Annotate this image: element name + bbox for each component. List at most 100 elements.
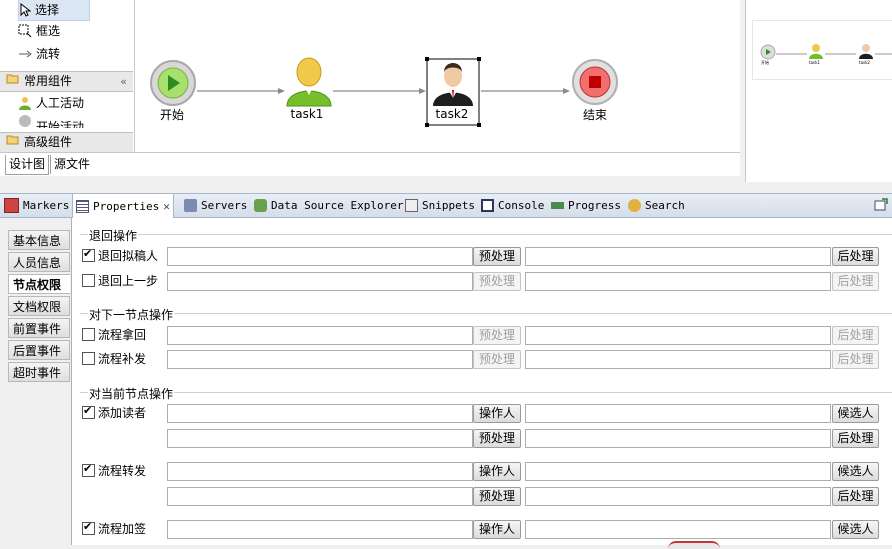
tab-progress[interactable]: Progress xyxy=(548,194,624,217)
property-sections: 基本信息 人员信息 节点权限 文档权限 前置事件 后置事件 超时事件 xyxy=(4,218,71,545)
post-process-button[interactable]: 后处理 xyxy=(832,326,879,345)
operator-button[interactable]: 操作人 xyxy=(473,404,521,423)
operator-input[interactable] xyxy=(167,404,473,423)
option-forward-flow[interactable]: 流程转发 xyxy=(82,462,146,479)
operator-input[interactable] xyxy=(167,462,473,481)
option-return-previous[interactable]: 退回上一步 xyxy=(82,272,158,289)
operator-button[interactable]: 操作人 xyxy=(473,462,521,481)
tab-snippets[interactable]: Snippets xyxy=(402,194,478,217)
pre-handler-input[interactable] xyxy=(167,247,473,266)
outline-label: 开始 xyxy=(761,60,769,65)
checkbox[interactable] xyxy=(82,247,95,262)
candidate-input[interactable] xyxy=(525,404,831,423)
post-handler-input[interactable] xyxy=(525,487,831,506)
palette-item-manual-activity[interactable]: 人工活动 xyxy=(18,93,84,113)
pre-handler-input[interactable] xyxy=(167,272,473,291)
candidate-input[interactable] xyxy=(525,462,831,481)
candidate-button[interactable]: 候选人 xyxy=(832,520,879,539)
post-handler-input[interactable] xyxy=(525,326,831,345)
candidate-input[interactable] xyxy=(525,520,831,539)
palette-item-start-activity[interactable]: 开始活动 xyxy=(18,114,84,128)
start-circle-icon xyxy=(19,115,31,127)
option-label: 添加读者 xyxy=(98,406,147,420)
checkbox[interactable] xyxy=(82,462,95,477)
end-node-icon[interactable] xyxy=(572,59,618,105)
side-tab-basic-info[interactable]: 基本信息 xyxy=(8,230,70,250)
pre-handler-input[interactable] xyxy=(167,487,473,506)
pre-process-button[interactable]: 预处理 xyxy=(473,247,521,266)
checkbox[interactable] xyxy=(82,328,95,341)
post-process-button[interactable]: 后处理 xyxy=(832,272,879,291)
palette-item-label: 开始活动 xyxy=(36,120,85,128)
tab-properties[interactable]: Properties ✕ xyxy=(72,194,174,218)
post-process-button[interactable]: 后处理 xyxy=(832,247,879,266)
side-tab-pre-event[interactable]: 前置事件 xyxy=(8,318,70,338)
tab-data-source-explorer[interactable]: Data Source Explorer xyxy=(251,194,406,217)
side-tab-node-permission[interactable]: 节点权限 xyxy=(8,274,70,294)
operator-input[interactable] xyxy=(167,520,473,539)
start-node-icon[interactable] xyxy=(150,60,196,106)
checkbox[interactable] xyxy=(82,352,95,365)
option-add-reader[interactable]: 添加读者 xyxy=(82,404,146,421)
checkbox[interactable] xyxy=(82,520,95,535)
option-countersign-flow[interactable]: 流程加签 xyxy=(82,520,146,537)
pre-process-button[interactable]: 预处理 xyxy=(473,272,521,291)
palette-group-advanced[interactable]: 高级组件 xyxy=(0,132,133,153)
palette-item-label: 人工活动 xyxy=(36,96,85,110)
side-tab-document-permission[interactable]: 文档权限 xyxy=(8,296,70,316)
pre-handler-input[interactable] xyxy=(167,429,473,448)
overlay-widget[interactable] xyxy=(668,541,720,549)
outline-thumbnail[interactable]: 开始 task1 task2 xyxy=(752,20,892,80)
tab-markers[interactable]: Markers xyxy=(1,194,72,217)
post-handler-input[interactable] xyxy=(525,350,831,369)
option-return-drafter[interactable]: 退回拟稿人 xyxy=(82,247,158,264)
option-retrieve-flow[interactable]: 流程拿回 xyxy=(82,326,146,343)
pre-process-button[interactable]: 预处理 xyxy=(473,487,521,506)
candidate-button[interactable]: 候选人 xyxy=(832,404,879,423)
candidate-button[interactable]: 候选人 xyxy=(832,462,879,481)
maximize-icon[interactable] xyxy=(874,198,888,211)
tab-label: Properties xyxy=(93,199,160,213)
collapse-icon[interactable]: « xyxy=(120,72,127,91)
post-handler-input[interactable] xyxy=(525,429,831,448)
transition-start-task1[interactable] xyxy=(197,88,285,94)
tab-search[interactable]: Search xyxy=(625,194,688,217)
operator-button[interactable]: 操作人 xyxy=(473,520,521,539)
start-node-label: 开始 xyxy=(159,108,184,122)
tab-label: Console xyxy=(498,199,545,212)
tab-source[interactable]: 源文件 xyxy=(50,155,93,174)
checkbox[interactable] xyxy=(82,404,95,419)
tab-console[interactable]: Console xyxy=(478,194,547,217)
transition-task2-end[interactable] xyxy=(481,88,570,94)
pre-process-button[interactable]: 预处理 xyxy=(473,350,521,369)
palette-tool-marquee[interactable]: 框选 xyxy=(18,21,60,41)
palette-tool-select[interactable]: 选择 xyxy=(18,0,90,21)
task1-node-icon[interactable] xyxy=(286,57,332,107)
pre-handler-input[interactable] xyxy=(167,350,473,369)
option-reissue-flow[interactable]: 流程补发 xyxy=(82,350,146,367)
pre-process-button[interactable]: 预处理 xyxy=(473,326,521,345)
side-tab-personnel-info[interactable]: 人员信息 xyxy=(8,252,70,272)
tab-label: Progress xyxy=(568,199,621,212)
outline-label: task2 xyxy=(859,60,870,65)
pre-process-button[interactable]: 预处理 xyxy=(473,429,521,448)
pre-handler-input[interactable] xyxy=(167,326,473,345)
transition-task1-task2[interactable] xyxy=(333,88,426,94)
palette-tool-transition[interactable]: 流转 xyxy=(18,44,60,64)
checkbox[interactable] xyxy=(82,274,95,287)
side-tab-post-event[interactable]: 后置事件 xyxy=(8,340,70,360)
post-process-button[interactable]: 后处理 xyxy=(832,429,879,448)
post-handler-input[interactable] xyxy=(525,272,831,291)
palette-group-common[interactable]: 常用组件 « xyxy=(0,71,133,92)
section-title: 对当前节点操作 xyxy=(88,385,175,402)
tab-design[interactable]: 设计图 xyxy=(5,155,50,175)
post-process-button[interactable]: 后处理 xyxy=(832,487,879,506)
tab-servers[interactable]: Servers xyxy=(181,194,250,217)
process-canvas[interactable]: 开始 task1 task2 结束 xyxy=(135,0,740,152)
close-icon[interactable]: ✕ xyxy=(163,195,170,218)
post-handler-input[interactable] xyxy=(525,247,831,266)
side-tab-timeout-event[interactable]: 超时事件 xyxy=(8,362,70,382)
marquee-select-icon xyxy=(18,24,32,38)
option-label: 退回拟稿人 xyxy=(98,249,159,263)
post-process-button[interactable]: 后处理 xyxy=(832,350,879,369)
